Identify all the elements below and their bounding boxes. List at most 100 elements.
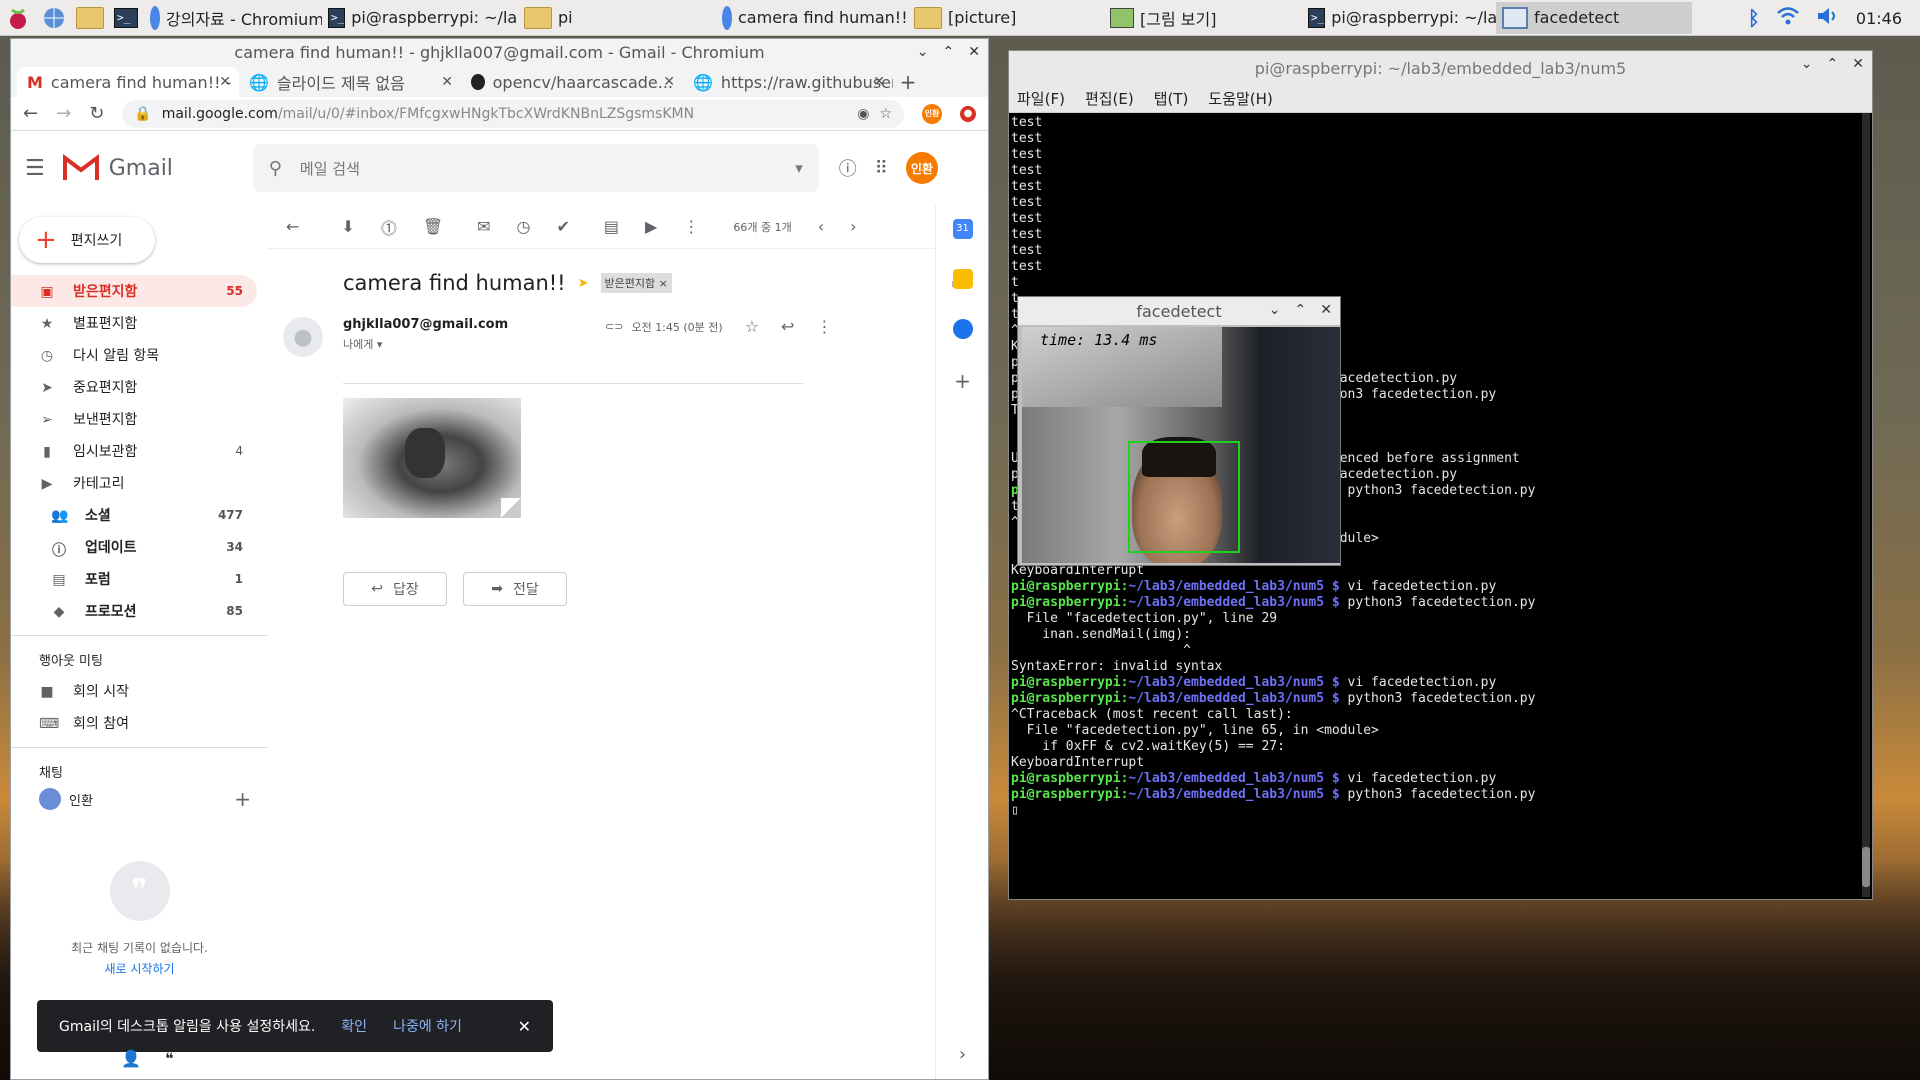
clock[interactable]: 01:46 — [1856, 9, 1902, 28]
sender-email[interactable]: ghjklla007@gmail.com — [343, 317, 508, 332]
more-options-icon[interactable]: ⋮ — [816, 317, 832, 336]
files-launcher-icon[interactable] — [74, 3, 106, 33]
reply-button[interactable]: ↩ 답장 — [343, 572, 447, 606]
maximize-icon[interactable]: ⌃ — [1295, 302, 1307, 318]
forward-button[interactable]: ➡ 전달 — [463, 572, 567, 606]
new-tab-button[interactable]: + — [893, 67, 923, 97]
older-icon[interactable]: › — [850, 217, 856, 236]
keep-icon[interactable] — [952, 269, 973, 289]
maximize-icon[interactable]: ⌃ — [943, 44, 955, 60]
hangouts-icon[interactable]: ❝ — [165, 1049, 174, 1068]
hangouts-item-1[interactable]: ⌨ 회의 참여 — [11, 707, 257, 739]
importance-marker-icon[interactable]: ➤ — [578, 276, 589, 291]
terminal-titlebar[interactable]: pi@raspberrypi: ~/lab3/embedded_lab3/num… — [1009, 51, 1872, 85]
tab-raw-github[interactable]: 🌐 https://raw.githubuser... ✕ — [683, 67, 893, 97]
chevron-down-icon[interactable]: ⌄ — [1801, 56, 1813, 72]
bluetooth-icon[interactable]: ᛒ — [1748, 6, 1760, 30]
facedetect-titlebar[interactable]: facedetect ⌄ ⌃ ✕ — [1018, 297, 1340, 325]
category-item-1[interactable]: ⓘ 업데이트 34 — [11, 531, 257, 563]
move-to-icon[interactable]: ▤ — [604, 217, 619, 236]
search-icon[interactable]: ⚲ — [269, 158, 282, 179]
close-icon[interactable]: ✕ — [663, 74, 675, 90]
terminal-scrollbar[interactable] — [1862, 113, 1870, 897]
tab-github[interactable]: opencv/haarcascade... ✕ — [461, 67, 683, 97]
task-image-viewer[interactable]: [그림 보기] — [1104, 2, 1302, 34]
category-item-0[interactable]: 👥 소셜 477 — [11, 499, 257, 531]
compose-button[interactable]: + 편지쓰기 — [19, 217, 155, 263]
delete-icon[interactable]: 🗑 — [423, 217, 443, 236]
forward-icon[interactable]: → — [56, 103, 71, 124]
nav-item-0[interactable]: ▣ 받은편지함 55 — [11, 275, 257, 307]
nav-item-1[interactable]: ★ 별표편지함 — [11, 307, 257, 339]
recipient-toggle[interactable]: 나에게 ▾ — [343, 336, 508, 352]
omnibox[interactable]: 🔒 mail.google.com/mail/u/0/#inbox/FMfcgx… — [122, 99, 904, 128]
tasks-icon[interactable] — [952, 319, 973, 339]
eye-icon[interactable]: ◉ — [857, 106, 869, 122]
add-chat-icon[interactable]: + — [234, 787, 251, 811]
maximize-icon[interactable]: ⌃ — [1827, 56, 1839, 72]
reply-icon[interactable]: ↩ — [781, 317, 794, 336]
label-icon[interactable]: ▶ — [645, 217, 657, 236]
search-bar[interactable]: ⚲ 메일 검색 ▾ — [252, 144, 819, 192]
tab-gmail[interactable]: Mcamera find human!! - ✕ — [17, 67, 239, 97]
profile-avatar[interactable]: 인환 — [922, 103, 942, 124]
task-terminal-1[interactable]: >_ pi@raspberrypi: ~/la... — [322, 2, 518, 34]
chromium-titlebar[interactable]: camera find human!! - ghjklla007@gmail.c… — [11, 39, 988, 65]
add-addon-icon[interactable]: + — [954, 369, 971, 393]
attachment-thumbnail[interactable] — [343, 398, 521, 518]
gmail-logo[interactable]: Gmail — [62, 154, 223, 182]
add-task-icon[interactable]: ✔ — [557, 217, 570, 236]
newer-icon[interactable]: ‹ — [818, 217, 824, 236]
terminal-launcher-icon[interactable]: >_ — [110, 3, 142, 33]
reload-icon[interactable]: ↻ — [89, 103, 104, 124]
search-input[interactable]: 메일 검색 — [300, 158, 360, 179]
globe-launcher-icon[interactable] — [38, 3, 70, 33]
calendar-icon[interactable]: 31 — [952, 219, 973, 239]
contacts-icon[interactable]: 👤 — [121, 1049, 141, 1068]
task-facedetect[interactable]: facedetect — [1496, 1, 1692, 34]
volume-icon[interactable] — [1816, 6, 1840, 30]
report-spam-icon[interactable]: ⓵ — [381, 215, 397, 239]
category-item-2[interactable]: ▤ 포럼 1 — [11, 563, 257, 595]
chat-start-link[interactable]: 새로 시작하기 — [11, 960, 268, 977]
account-avatar[interactable]: 인환 — [905, 152, 938, 184]
chat-user[interactable]: 인환 + — [11, 787, 251, 811]
close-icon[interactable]: ✕ — [518, 1017, 531, 1036]
bookmark-star-icon[interactable]: ☆ — [879, 106, 892, 122]
task-folder-pi[interactable]: pi — [518, 2, 716, 34]
nav-item-4[interactable]: ➢ 보낸편지함 — [11, 403, 257, 435]
raspberry-menu-icon[interactable] — [2, 3, 34, 33]
archive-icon[interactable]: ⬇ — [341, 217, 354, 236]
close-icon[interactable]: ✕ — [441, 74, 453, 90]
search-options-icon[interactable]: ▾ — [795, 159, 803, 177]
task-folder-picture[interactable]: [picture] — [908, 2, 1104, 34]
apps-grid-icon[interactable]: ⠿ — [875, 158, 888, 179]
snooze-icon[interactable]: ◷ — [517, 217, 531, 236]
task-chromium-lecture[interactable]: 강의자료 - Chromium — [144, 2, 322, 34]
nav-item-3[interactable]: ➤ 중요편지함 — [11, 371, 257, 403]
terminal-menu-2[interactable]: 탭(T) — [1154, 88, 1189, 109]
nav-item-6[interactable]: ▶ 카테고리 — [11, 467, 257, 499]
close-icon[interactable]: ✕ — [1320, 302, 1332, 318]
terminal-menu-3[interactable]: 도움말(H) — [1208, 88, 1272, 109]
hangouts-item-0[interactable]: ■ 회의 시작 — [11, 675, 257, 707]
star-icon[interactable]: ☆ — [745, 317, 759, 336]
help-icon[interactable]: ⓘ — [839, 155, 857, 181]
mark-unread-icon[interactable]: ✉ — [477, 217, 490, 236]
category-item-3[interactable]: ◆ 프로모션 85 — [11, 595, 257, 627]
inbox-label-chip[interactable]: 받은편지함 × — [600, 273, 672, 293]
chevron-down-icon[interactable]: ⌄ — [917, 44, 929, 60]
tab-slides[interactable]: 🌐 슬라이드 제목 없음 ✕ — [239, 67, 461, 97]
close-icon[interactable]: ✕ — [968, 44, 980, 60]
wifi-icon[interactable] — [1776, 6, 1800, 30]
nav-item-2[interactable]: ◷ 다시 알림 항목 — [11, 339, 257, 371]
nav-item-5[interactable]: ▮ 임시보관함 4 — [11, 435, 257, 467]
chevron-down-icon[interactable]: ⌄ — [1269, 302, 1281, 318]
more-icon[interactable]: ⋮ — [683, 217, 699, 236]
toast-later-button[interactable]: 나중에 하기 — [393, 1016, 462, 1036]
hamburger-menu-icon[interactable]: ☰ — [25, 156, 45, 181]
expand-panel-icon[interactable]: › — [959, 1044, 966, 1065]
task-chromium-gmail[interactable]: camera find human!!... — [716, 2, 908, 34]
back-icon[interactable]: ← — [23, 103, 38, 124]
back-to-inbox-icon[interactable]: ← — [286, 217, 299, 236]
